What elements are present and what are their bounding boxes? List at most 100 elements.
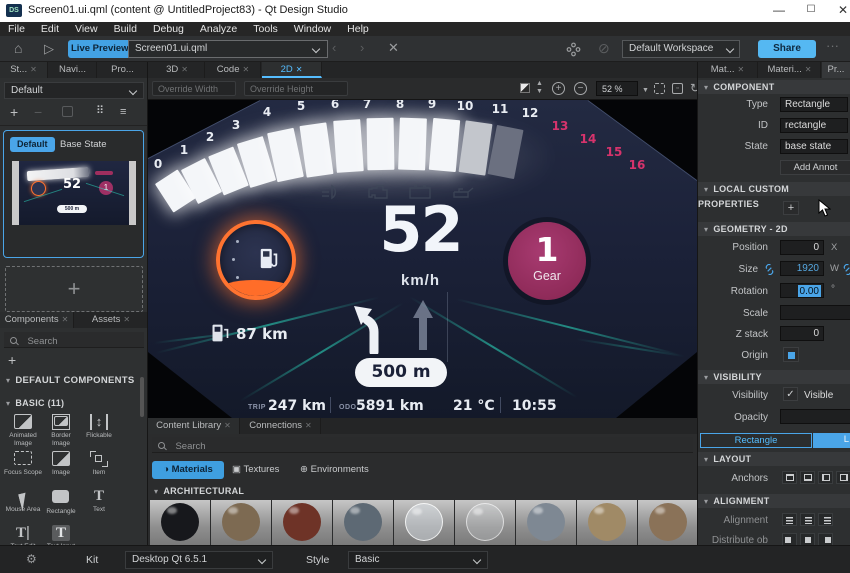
- background-color-icon[interactable]: [520, 83, 530, 93]
- content-library-search[interactable]: [152, 437, 693, 453]
- subtab-layout[interactable]: L: [813, 433, 850, 448]
- align-left-button[interactable]: [782, 513, 797, 526]
- anchor-left-button[interactable]: [818, 471, 833, 484]
- remove-state-icon[interactable]: −: [34, 104, 42, 120]
- distribute-right-button[interactable]: [818, 533, 833, 545]
- tab-material-editor[interactable]: Materi...✕: [759, 62, 821, 78]
- tab-3d[interactable]: 3D✕: [150, 62, 205, 78]
- caret-down-icon[interactable]: ▾: [704, 225, 708, 234]
- list-view-icon[interactable]: ≡: [120, 106, 126, 118]
- align-right-button[interactable]: [818, 513, 833, 526]
- tab-assets[interactable]: Assets✕: [75, 312, 148, 328]
- fit-screen-icon[interactable]: ▫: [672, 83, 683, 94]
- subtab-rectangle[interactable]: Rectangle: [700, 433, 812, 448]
- size-w-field[interactable]: 1920: [780, 261, 824, 276]
- align-center-button[interactable]: [800, 513, 815, 526]
- component-text-edit[interactable]: T|Text Edit: [4, 525, 42, 545]
- menu-edit[interactable]: Edit: [33, 22, 67, 36]
- edit-state-icon[interactable]: [62, 106, 73, 117]
- material-tile[interactable]: [516, 500, 576, 545]
- filter-materials[interactable]: ◑ Materials: [152, 461, 224, 479]
- add-component-icon[interactable]: +: [8, 352, 16, 368]
- stepper-icon[interactable]: ▲▼: [536, 80, 543, 96]
- component-text-input[interactable]: TText Input: [42, 525, 80, 545]
- material-tile[interactable]: [333, 500, 393, 545]
- section-basic[interactable]: BASIC (11): [15, 398, 64, 408]
- add-state-dropzone[interactable]: +: [5, 266, 143, 312]
- material-tile[interactable]: [577, 500, 637, 545]
- anchor-bottom-button[interactable]: [800, 471, 815, 484]
- section-default-components[interactable]: DEFAULT COMPONENTS: [15, 375, 134, 386]
- component-item[interactable]: Item: [80, 451, 118, 477]
- menu-help[interactable]: Help: [339, 22, 377, 36]
- component-focus-scope[interactable]: Focus Scope: [4, 451, 42, 477]
- menu-build[interactable]: Build: [106, 22, 145, 36]
- tab-navigator[interactable]: Navi...: [49, 62, 97, 78]
- material-tile[interactable]: [150, 500, 210, 545]
- close-button[interactable]: ✕: [828, 0, 850, 22]
- annotation-icon[interactable]: ⊘: [598, 40, 610, 57]
- components-search-input[interactable]: [27, 336, 137, 347]
- tab-content-library[interactable]: Content Library✕: [148, 418, 240, 434]
- override-height-input[interactable]: [244, 81, 348, 96]
- close-icon[interactable]: ✕: [738, 65, 745, 74]
- menu-tools[interactable]: Tools: [245, 22, 286, 36]
- filter-environments[interactable]: ⊕ Environments: [300, 461, 369, 479]
- close-icon[interactable]: ✕: [224, 421, 231, 430]
- component-text[interactable]: TText: [80, 488, 118, 514]
- menu-analyze[interactable]: Analyze: [192, 22, 245, 36]
- caret-down-icon[interactable]: ▾: [704, 455, 708, 464]
- component-flickable[interactable]: ↕Flickable: [80, 414, 118, 440]
- menu-file[interactable]: File: [0, 22, 33, 36]
- tab-projects[interactable]: Pro...: [98, 62, 148, 78]
- close-icon[interactable]: ✕: [243, 65, 250, 74]
- caret-down-icon[interactable]: ▾: [6, 376, 10, 385]
- menu-view[interactable]: View: [67, 22, 106, 36]
- material-tile[interactable]: [638, 500, 697, 545]
- link-icon[interactable]: [842, 264, 850, 275]
- components-search[interactable]: [4, 332, 144, 348]
- workspace-nodes-icon[interactable]: [566, 42, 581, 57]
- states-filter-combo[interactable]: Default: [4, 82, 144, 99]
- scale-field[interactable]: [780, 305, 850, 320]
- caret-down-icon[interactable]: ▾: [154, 487, 158, 496]
- anchor-right-button[interactable]: [836, 471, 850, 484]
- anchor-top-button[interactable]: [782, 471, 797, 484]
- maximize-button[interactable]: ☐: [796, 0, 826, 22]
- position-x-field[interactable]: 0: [780, 240, 824, 255]
- tab-code[interactable]: Code✕: [206, 62, 261, 78]
- opacity-field[interactable]: [780, 409, 850, 424]
- close-icon[interactable]: ✕: [305, 421, 312, 430]
- component-border-image[interactable]: Border Image: [42, 414, 80, 447]
- share-button[interactable]: Share: [758, 40, 816, 58]
- material-tile[interactable]: [211, 500, 271, 545]
- add-annotation-button[interactable]: Add Annot: [780, 160, 850, 175]
- file-selector-combo[interactable]: Screen01.ui.qml: [128, 40, 328, 58]
- tab-connections[interactable]: Connections✕: [241, 418, 321, 434]
- material-tile[interactable]: [455, 500, 515, 545]
- section-architectural[interactable]: ARCHITECTURAL: [163, 486, 244, 496]
- tab-states[interactable]: St...✕: [0, 62, 48, 78]
- caret-down-icon[interactable]: ▾: [704, 373, 708, 382]
- add-property-button[interactable]: +: [783, 201, 799, 215]
- visible-checkbox[interactable]: ✓: [783, 387, 798, 401]
- override-width-input[interactable]: [152, 81, 236, 96]
- workspace-combo[interactable]: Default Workspace: [622, 40, 740, 58]
- zoom-dropdown-icon[interactable]: ▼: [642, 84, 649, 98]
- close-icon[interactable]: ✕: [296, 65, 303, 74]
- gear-icon[interactable]: ⚙: [26, 552, 37, 566]
- rotation-field[interactable]: 0.00: [798, 285, 821, 298]
- menu-window[interactable]: Window: [286, 22, 339, 36]
- minimize-button[interactable]: —: [764, 0, 794, 22]
- id-field[interactable]: rectangle: [780, 118, 848, 133]
- origin-button[interactable]: [783, 347, 799, 362]
- tab-components[interactable]: Components✕: [0, 312, 74, 328]
- caret-down-icon[interactable]: ▾: [704, 83, 708, 92]
- home-icon[interactable]: ⌂: [14, 40, 22, 56]
- tab-2d[interactable]: 2D✕: [262, 62, 322, 78]
- caret-down-icon[interactable]: ▾: [704, 185, 708, 194]
- distribute-center-button[interactable]: [800, 533, 815, 545]
- close-icon[interactable]: ✕: [123, 315, 130, 324]
- design-canvas[interactable]: 0 1 2 3 4 5 6 7 8 9 10 11 12 13 14 15 16: [148, 100, 697, 418]
- zoom-out-icon[interactable]: −: [574, 82, 587, 95]
